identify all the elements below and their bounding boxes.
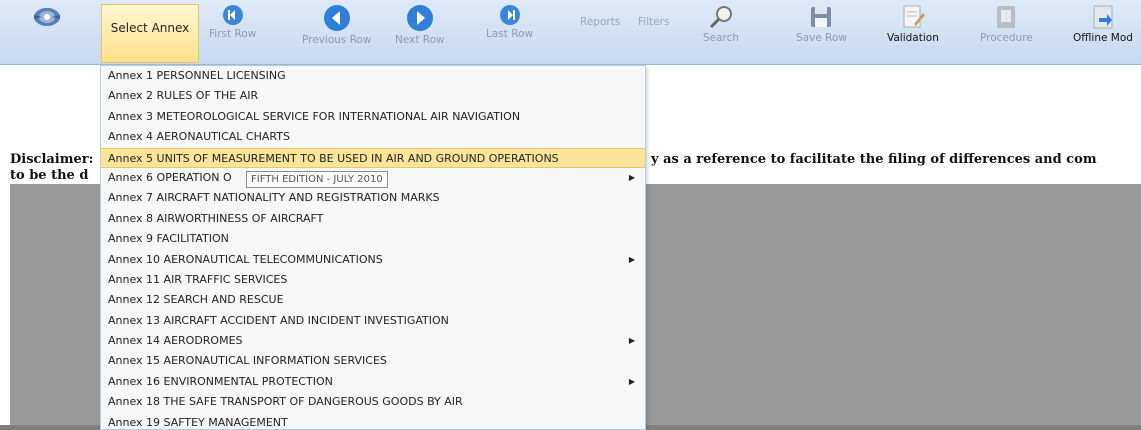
top-status-strip xyxy=(420,0,1020,3)
menu-item-label: Annex 5 UNITS OF MEASUREMENT TO BE USED … xyxy=(108,151,559,165)
save-icon xyxy=(811,7,832,27)
submenu-arrow-icon: ▶ xyxy=(628,254,635,264)
menu-item-annex[interactable]: Annex 3 METEOROLOGICAL SERVICE FOR INTER… xyxy=(101,107,645,127)
menu-item-annex[interactable]: Annex 5 UNITS OF MEASUREMENT TO BE USED … xyxy=(101,147,645,168)
disclaimer-label: Disclaimer: xyxy=(10,152,94,167)
submenu-arrow-icon: ▶ xyxy=(628,376,635,386)
menu-item-annex[interactable]: Annex 2 RULES OF THE AIR xyxy=(101,86,645,106)
submenu-arrow-icon: ▶ xyxy=(628,336,635,346)
search-icon xyxy=(709,6,733,29)
menu-item-annex[interactable]: Annex 8 AIRWORTHINESS OF AIRCRAFT xyxy=(101,209,645,229)
menu-item-label: Annex 14 AERODROMES xyxy=(108,334,243,348)
next-row-button[interactable]: Next Row xyxy=(395,4,445,46)
menu-item-label: Annex 7 AIRCRAFT NATIONALITY AND REGISTR… xyxy=(108,191,440,205)
menu-item-label: Annex 4 AERONAUTICAL CHARTS xyxy=(108,130,290,144)
menu-item-label: Annex 16 ENVIRONMENTAL PROTECTION xyxy=(108,374,333,388)
menu-item-annex[interactable]: Annex 4 AERONAUTICAL CHARTS xyxy=(101,127,645,147)
submenu-arrow-icon: ▶ xyxy=(628,172,635,182)
procedure-button[interactable]: Procedure xyxy=(980,4,1033,44)
save-row-label: Save Row xyxy=(796,32,847,44)
menu-item-annex[interactable]: Annex 15 AERONAUTICAL INFORMATION SERVIC… xyxy=(101,351,645,371)
menu-item-label: Annex 15 AERONAUTICAL INFORMATION SERVIC… xyxy=(108,354,387,368)
procedure-icon xyxy=(997,6,1016,28)
select-annex-button[interactable]: Select Annex xyxy=(101,4,199,63)
filters-menu[interactable]: Filters xyxy=(638,16,669,28)
menu-item-annex[interactable]: Annex 11 AIR TRAFFIC SERVICES xyxy=(101,270,645,290)
validation-button[interactable]: Validation xyxy=(887,4,939,44)
menu-item-label: Annex 3 METEOROLOGICAL SERVICE FOR INTER… xyxy=(108,109,521,123)
menu-item-annex[interactable]: Annex 10 AERONAUTICAL TELECOMMUNICATIONS… xyxy=(101,250,645,270)
disclaimer-line2: to be the d xyxy=(10,168,89,183)
toolbar: Select Annex First Row Previous Row Next… xyxy=(0,0,1141,65)
offline-mode-icon xyxy=(1093,5,1113,29)
search-button[interactable]: Search xyxy=(703,4,739,44)
menu-item-label: Annex 19 SAFTEY MANAGEMENT xyxy=(108,415,288,429)
previous-row-icon xyxy=(323,5,350,31)
first-row-icon xyxy=(222,5,243,25)
menu-item-label: Annex 10 AERONAUTICAL TELECOMMUNICATIONS xyxy=(108,252,383,266)
menu-item-label: Annex 9 FACILITATION xyxy=(108,232,229,246)
menu-item-label: Annex 12 SEARCH AND RESCUE xyxy=(108,293,284,307)
next-row-icon xyxy=(406,5,433,31)
menu-item-annex[interactable]: Annex 7 AIRCRAFT NATIONALITY AND REGISTR… xyxy=(101,188,645,208)
menu-item-label: Annex 11 AIR TRAFFIC SERVICES xyxy=(108,272,288,286)
previous-row-label: Previous Row xyxy=(302,34,372,46)
annex-tooltip: FIFTH EDITION - JULY 2010 xyxy=(246,171,388,188)
icao-logo-icon xyxy=(34,8,60,26)
validation-icon xyxy=(903,5,925,28)
menu-item-annex[interactable]: Annex 19 SAFTEY MANAGEMENT xyxy=(101,413,645,429)
first-row-label: First Row xyxy=(209,28,257,40)
menu-item-label: Annex 13 AIRCRAFT ACCIDENT AND INCIDENT … xyxy=(108,313,449,327)
menu-item-label: Annex 6 OPERATION O xyxy=(108,170,232,184)
last-row-icon xyxy=(499,5,520,25)
offline-mode-label: Offline Mod xyxy=(1073,32,1133,44)
next-row-label: Next Row xyxy=(395,34,445,46)
validation-label: Validation xyxy=(887,32,939,44)
last-row-label: Last Row xyxy=(486,28,534,40)
menu-item-label: Annex 1 PERSONNEL LICENSING xyxy=(108,69,286,82)
procedure-label: Procedure xyxy=(980,32,1033,44)
menu-item-annex[interactable]: Annex 12 SEARCH AND RESCUE xyxy=(101,290,645,310)
menu-item-annex[interactable]: Annex 9 FACILITATION xyxy=(101,229,645,249)
menu-item-annex[interactable]: Annex 13 AIRCRAFT ACCIDENT AND INCIDENT … xyxy=(101,311,645,331)
last-row-button[interactable]: Last Row xyxy=(486,4,533,40)
offline-mode-button[interactable]: Offline Mod xyxy=(1073,4,1133,44)
reports-menu[interactable]: Reports xyxy=(580,16,620,28)
menu-item-annex[interactable]: Annex 1 PERSONNEL LICENSING xyxy=(101,66,645,86)
menu-item-annex[interactable]: Annex 14 AERODROMES ▶ xyxy=(101,331,645,351)
menu-item-label: Annex 18 THE SAFE TRANSPORT OF DANGEROUS… xyxy=(108,395,463,409)
save-row-button[interactable]: Save Row xyxy=(796,4,847,44)
menu-item-label: Annex 2 RULES OF THE AIR xyxy=(108,89,259,103)
annex-dropdown-menu: Annex 1 PERSONNEL LICENSING Annex 2 RULES… xyxy=(100,65,646,430)
previous-row-button[interactable]: Previous Row xyxy=(302,4,372,46)
first-row-button[interactable]: First Row xyxy=(209,4,256,40)
disclaimer-text: y as a reference to facilitate the filin… xyxy=(651,152,1097,167)
menu-item-annex[interactable]: Annex 16 ENVIRONMENTAL PROTECTION ▶ xyxy=(101,372,645,392)
menu-item-annex[interactable]: Annex 18 THE SAFE TRANSPORT OF DANGEROUS… xyxy=(101,392,645,412)
select-annex-label: Select Annex xyxy=(110,21,190,35)
menu-item-label: Annex 8 AIRWORTHINESS OF AIRCRAFT xyxy=(108,211,324,225)
search-label: Search xyxy=(703,32,740,44)
